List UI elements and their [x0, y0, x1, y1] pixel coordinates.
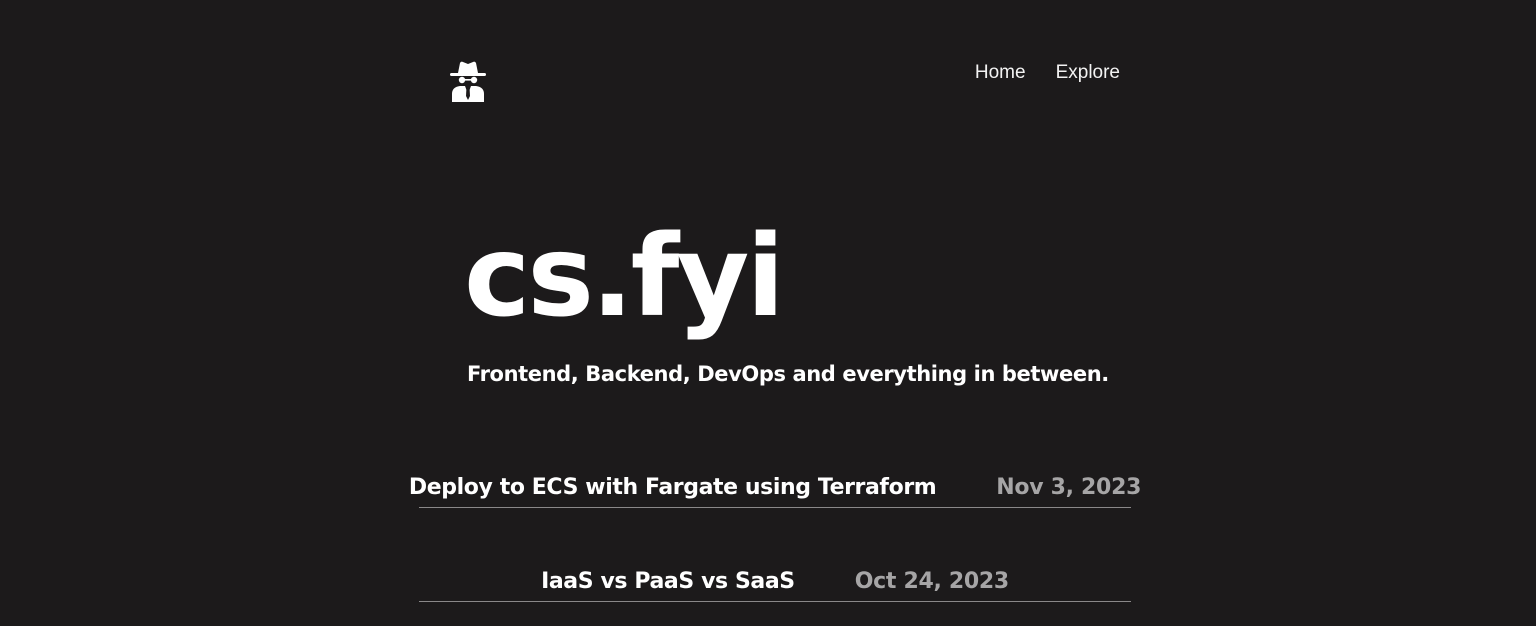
post-list-item[interactable]: Deploy to ECS with Fargate using Terrafo…	[409, 467, 1141, 508]
main-nav: Home Explore	[960, 60, 1120, 86]
post-list-item[interactable]: IaaS vs PaaS vs SaaS Oct 24, 2023	[419, 561, 1131, 602]
page: Home Explore cs.fyi Frontend, Backend, D…	[0, 0, 1536, 626]
nav-explore-link[interactable]: Explore	[1056, 60, 1120, 86]
site-title: cs.fyi	[464, 212, 785, 342]
post-date: Nov 3, 2023	[996, 474, 1142, 500]
post-title-link[interactable]: Deploy to ECS with Fargate using Terrafo…	[409, 475, 937, 500]
site-tagline: Frontend, Backend, DevOps and everything…	[467, 362, 1109, 386]
spy-logo-icon[interactable]	[449, 60, 487, 102]
nav-home-link[interactable]: Home	[975, 60, 1026, 86]
post-date: Oct 24, 2023	[854, 568, 1009, 594]
post-title-link[interactable]: IaaS vs PaaS vs SaaS	[541, 569, 795, 594]
